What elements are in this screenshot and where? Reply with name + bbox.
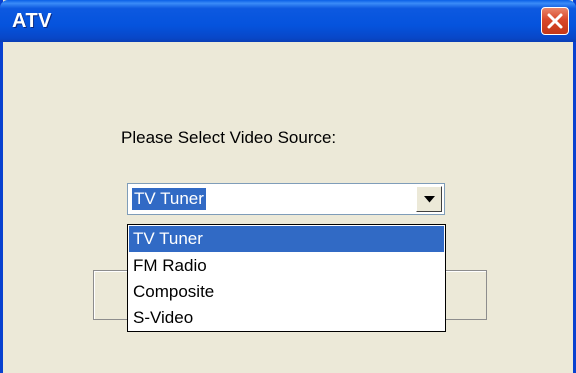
video-source-prompt: Please Select Video Source: (121, 128, 337, 147)
atv-dialog-window: ATV Please Select Video Source: TV Tuner… (0, 0, 576, 373)
option-composite[interactable]: Composite (129, 279, 444, 305)
title-bar[interactable]: ATV (0, 0, 576, 42)
option-fm-radio[interactable]: FM Radio (129, 253, 444, 279)
video-source-dropdown-list: TV Tuner FM Radio Composite S-Video (127, 224, 446, 332)
option-s-video[interactable]: S-Video (129, 305, 444, 331)
video-source-combobox[interactable]: TV Tuner (127, 183, 445, 215)
dropdown-toggle-button[interactable] (416, 186, 442, 212)
option-tv-tuner[interactable]: TV Tuner (129, 226, 444, 252)
close-icon (547, 13, 563, 29)
window-title: ATV (12, 10, 53, 32)
close-button[interactable] (541, 7, 569, 35)
chevron-down-icon (424, 196, 435, 203)
combo-selected-value: TV Tuner (132, 188, 206, 210)
